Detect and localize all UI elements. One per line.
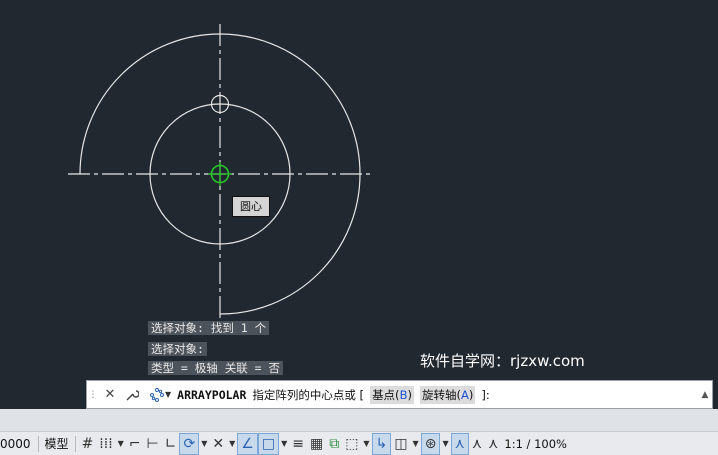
history-up-icon[interactable]: ▲ (698, 390, 712, 400)
coordinates-readout: 0000 (0, 436, 31, 451)
scale-readout[interactable]: 1:1 / 100% (501, 433, 570, 455)
infer-icon[interactable]: ⌐ (126, 433, 144, 455)
selection-filter-icon[interactable]: ◫ (391, 433, 410, 455)
snap-icon[interactable]: ⁞⁞⁞ (96, 433, 115, 455)
filter-dropdown-icon[interactable]: ▼ (411, 439, 421, 448)
dynamic-input-icon[interactable]: ⊢ (144, 433, 162, 455)
array-icon[interactable]: ▼ (149, 387, 171, 403)
wrench-icon[interactable] (121, 381, 143, 408)
grid-icon[interactable]: # (79, 433, 97, 455)
command-suffix: ]: (481, 387, 490, 402)
polar-dropdown-icon[interactable]: ▼ (199, 439, 209, 448)
snap-tooltip: 圆心 (232, 196, 270, 217)
layout-tab-strip (0, 409, 718, 431)
autoscale-icon[interactable]: ⋏ (469, 433, 485, 455)
lineweight-icon[interactable]: ≡ (289, 433, 307, 455)
annotation-icon[interactable]: ⋏ (450, 432, 469, 455)
option-rotation-axis[interactable]: 旋转轴(A) (419, 385, 476, 404)
center-snap-marker (208, 162, 232, 186)
model-space-button[interactable]: 模型 (42, 433, 72, 455)
polar-icon[interactable]: ⟳ (179, 432, 200, 455)
history-line-1: 选择对象: 找到 1 个 (148, 321, 270, 335)
command-input[interactable]: ▼ ARRAYPOLAR 指定阵列的中心点或 [ 基点(B) 旋转轴(A) ]: (143, 385, 698, 404)
ortho-icon[interactable]: ∟ (162, 433, 180, 455)
isodraft-dropdown-icon[interactable]: ▼ (227, 439, 237, 448)
drawing-canvas[interactable] (0, 0, 718, 380)
gizmo-dropdown-icon[interactable]: ▼ (440, 439, 450, 448)
isodraft-icon[interactable]: ✕ (209, 433, 227, 455)
command-line[interactable]: ⋮ ✕ ▼ ARRAYPOLAR 指定阵列的中心点或 [ 基点(B) 旋转轴(A… (86, 380, 713, 409)
history-line-3: 类型 = 极轴 关联 = 否 (148, 361, 283, 375)
grip-handle[interactable]: ⋮ (87, 381, 99, 408)
3dosnap-icon[interactable]: ⬚ (342, 433, 361, 455)
status-bar: 0000 模型 # ⁞⁞⁞ ▼ ⌐ ⊢ ∟ ⟳ ▼ ✕ ▼ ∠ □ ▼ ≡ ▦ … (0, 431, 718, 455)
command-name: ARRAYPOLAR (177, 387, 247, 402)
close-icon[interactable]: ✕ (99, 381, 121, 408)
object-snap-tracking-icon[interactable]: ∠ (237, 432, 258, 455)
command-prompt: 指定阵列的中心点或 [ (252, 387, 365, 402)
option-base-point[interactable]: 基点(B) (370, 385, 414, 404)
chevron-down-icon[interactable]: ▼ (165, 390, 171, 399)
gizmo-icon[interactable]: ⊛ (420, 432, 441, 455)
osnap-icon[interactable]: □ (257, 432, 280, 455)
annotation-scale-icon[interactable]: ⋏ (485, 433, 501, 455)
transparency-icon[interactable]: ▦ (307, 433, 326, 455)
osnap-dropdown-icon[interactable]: ▼ (279, 439, 289, 448)
3dosnap-dropdown-icon[interactable]: ▼ (361, 439, 371, 448)
snap-dropdown-icon[interactable]: ▼ (116, 439, 126, 448)
watermark: 软件自学网：rjzxw.com (420, 352, 585, 370)
dynucs-icon[interactable]: ↳ (371, 432, 392, 455)
history-line-2: 选择对象: (148, 342, 207, 356)
selection-cycling-icon[interactable]: ⧉ (326, 433, 342, 455)
